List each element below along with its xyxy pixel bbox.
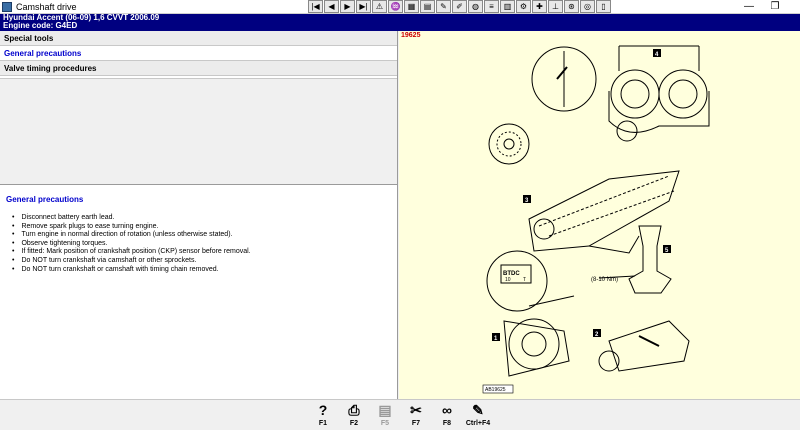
tool-icon: ✎ [440, 2, 447, 11]
fuse-button[interactable]: ≡ [484, 0, 499, 13]
figure-id: AB19625 [485, 387, 506, 393]
menu-item[interactable]: Valve timing procedures [0, 61, 397, 76]
fkey-f1[interactable]: ? F1 [308, 401, 338, 430]
diagram-button[interactable]: ▥ [500, 0, 515, 13]
table-icon: ▦ [407, 2, 416, 11]
precautions-list: Disconnect battery earth lead.Remove spa… [12, 214, 251, 275]
first-button[interactable]: |◀ [308, 0, 323, 13]
book-button[interactable]: ▯ [596, 0, 611, 13]
globe-button[interactable]: ◍ [468, 0, 483, 13]
menu-item[interactable]: General precautions [0, 46, 397, 61]
next-button[interactable]: ▶ [340, 0, 355, 13]
camshaft-diagram: 4 3 5 1 2 BTDC 10 T (8-10 Nm) AB19625 [482, 45, 710, 394]
precaution-item: Turn engine in normal direction of rotat… [12, 231, 251, 240]
fkey-label: F5 [380, 420, 390, 427]
engine-icon: ✚ [536, 2, 543, 11]
tyre-icon: ◎ [584, 2, 591, 11]
chart-icon: ▤ [423, 2, 432, 11]
precaution-item: Do NOT turn crankshaft via camshaft or o… [12, 257, 251, 266]
diagram-panel: 19625 4 3 5 1 2 BTDC 10 T (8-10 Nm) AB19… [399, 31, 800, 399]
btdc-detail [486, 250, 548, 312]
fkey-f5: ▤ F5 [370, 401, 400, 430]
precaution-item: Observe tightening torques. [12, 240, 251, 249]
fkey-f8[interactable]: ∞ F8 [432, 401, 462, 430]
fkey-label: F8 [442, 420, 452, 427]
chart-button[interactable]: ▤ [420, 0, 435, 13]
fkey-f2[interactable]: ⎙ F2 [339, 401, 369, 430]
precaution-item: Disconnect battery earth lead. [12, 214, 251, 223]
vehicle-header: Hyundai Accent (06-09) 1,6 CVVT 2006.09 … [0, 14, 800, 31]
previous-icon: ◀ [328, 2, 335, 11]
app-icon [2, 2, 12, 12]
brake-icon: ⊛ [568, 2, 575, 11]
lift-icon: ⊥ [552, 2, 559, 11]
tyre-button[interactable]: ◎ [580, 0, 595, 13]
service-icon: ⚙ [519, 2, 528, 11]
fuse-icon: ≡ [489, 2, 494, 11]
window-title: Camshaft drive [16, 2, 77, 12]
wrench-data-icon: ♒ [390, 2, 401, 11]
last-icon: ▶| [359, 2, 368, 11]
section-title: General precautions [6, 195, 84, 204]
previous-button[interactable]: ◀ [324, 0, 339, 13]
precaution-item: Remove spark plugs to ease turning engin… [12, 223, 251, 232]
warning-button[interactable]: ⚠ [372, 0, 387, 13]
brake-button[interactable]: ⊛ [564, 0, 579, 13]
fkey-label: F1 [318, 420, 328, 427]
engine-button[interactable]: ✚ [532, 0, 547, 13]
table-button[interactable]: ▦ [404, 0, 419, 13]
t-label: T [523, 277, 526, 283]
globe-icon: ◍ [472, 2, 479, 11]
menu-list: Special tools General precautions Valve ti… [0, 31, 397, 76]
tool-button[interactable]: ✎ [436, 0, 451, 13]
menu-item[interactable]: Special tools [0, 31, 397, 46]
fkey-label: F2 [349, 420, 359, 427]
empty-area [0, 78, 397, 185]
edit-icon: ✐ [456, 2, 463, 11]
last-button[interactable]: ▶| [356, 0, 371, 13]
manual-icon: ▤ [378, 402, 392, 418]
book-icon: ▯ [601, 2, 606, 11]
toolbar: |◀ ◀ ▶ ▶| ⚠ ♒ ▦ ▤ ✎ ✐ ◍ ≡ ▥ ⚙ ✚ ⊥ ⊛ ◎ ▯ [308, 0, 612, 14]
help-icon: ? [318, 402, 328, 418]
engine-code: Engine code: G4ED [3, 21, 78, 30]
next-icon: ▶ [344, 2, 351, 11]
belt-icon: ∞ [442, 402, 452, 418]
fkey-label: F7 [411, 420, 421, 427]
lift-button[interactable]: ⊥ [548, 0, 563, 13]
first-icon: |◀ [311, 2, 320, 11]
left-panel: Special tools General precautions Valve ti… [0, 31, 398, 399]
function-key-bar: ? F1 ⎙ F2 ▤ F5 ✂ F7 ∞ F8 ✎ Ctrl+F4 [0, 399, 800, 430]
precaution-item: If fitted: Mark position of crankshaft p… [12, 248, 250, 257]
minimize-button[interactable]: — [736, 0, 762, 14]
notes-icon: ✎ [472, 402, 484, 418]
restore-button[interactable]: ❐ [762, 0, 788, 14]
print-icon: ⎙ [348, 402, 360, 418]
text-panel: General precautions Disconnect battery e… [0, 185, 397, 399]
tools-icon: ✂ [410, 402, 422, 418]
btdc-value: 10 [505, 277, 511, 283]
precaution-item: Do NOT turn crankshaft or camshaft with … [12, 266, 251, 275]
diagram-icon: ▥ [503, 2, 512, 11]
fkey-ctrl-f4[interactable]: ✎ Ctrl+F4 [463, 401, 493, 430]
service-button[interactable]: ⚙ [516, 0, 531, 13]
vehicle-model: Hyundai Accent (06-09) 1,6 CVVT 2006.09 [3, 13, 160, 22]
fkey-label: Ctrl+F4 [465, 420, 491, 427]
edit-button[interactable]: ✐ [452, 0, 467, 13]
torque-label: (8-10 Nm) [591, 277, 618, 283]
wrench-data-button[interactable]: ♒ [388, 0, 403, 13]
warning-icon: ⚠ [375, 2, 384, 11]
fkey-f7[interactable]: ✂ F7 [401, 401, 431, 430]
title-bar: Camshaft drive |◀ ◀ ▶ ▶| ⚠ ♒ ▦ ▤ ✎ ✐ ◍ ≡ ▥ ⚙ ✚ ⊥ ⊛ ◎ ▯ — ❐ [0, 0, 800, 14]
